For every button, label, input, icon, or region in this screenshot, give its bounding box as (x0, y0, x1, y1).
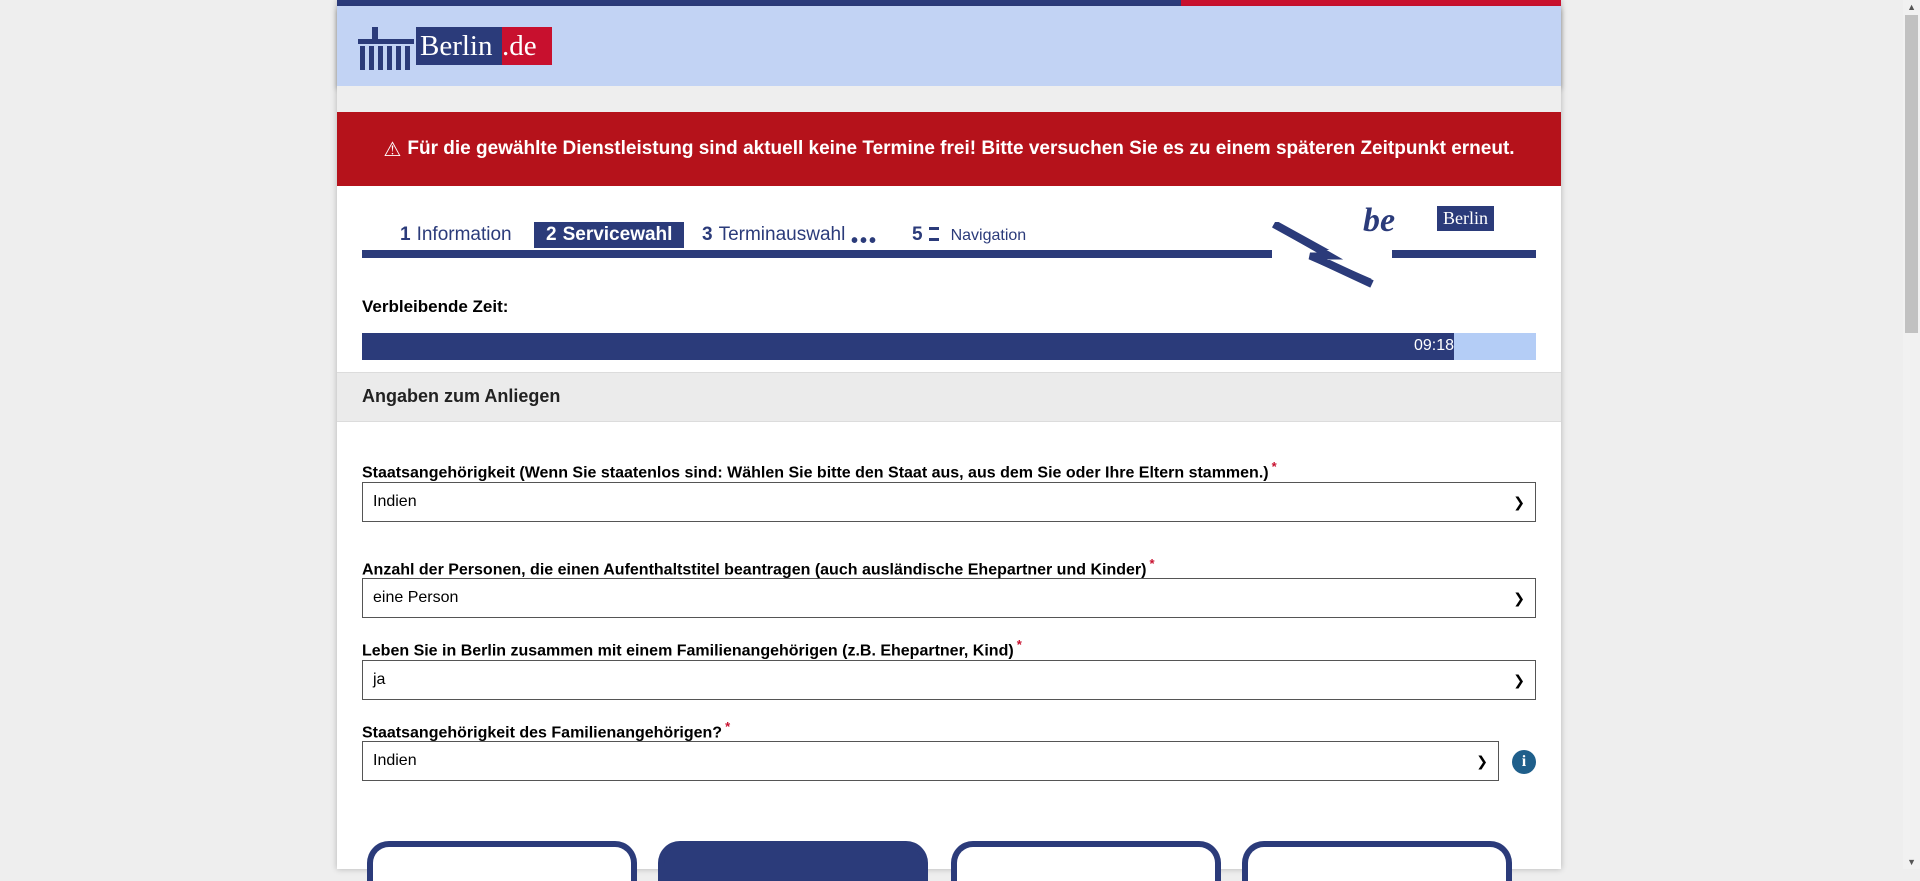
family-member-label: Leben Sie in Berlin zusammen mit einem F… (362, 637, 1022, 660)
time-progress-fill (362, 333, 1454, 360)
info-icon[interactable]: i (1512, 750, 1536, 774)
persons-count-label: Anzahl der Personen, die einen Aufenthal… (362, 556, 1155, 579)
progress-steps: 1 Information 2 Servicewahl 3 Terminauswahl… (362, 202, 1536, 290)
persons-count-select[interactable]: eine Person ❯ (362, 578, 1536, 618)
step-number: 5 (912, 224, 923, 245)
logo-text-berlin: Berlin (416, 27, 506, 65)
be-logo-berlin: Berlin (1437, 206, 1494, 231)
family-member-select[interactable]: ja ❯ (362, 660, 1536, 700)
field-label-text: Staatsangehörigkeit des Familienangehöri… (362, 724, 723, 742)
required-marker: * (1016, 637, 1022, 652)
step-navigation[interactable]: 5 Navigation (912, 224, 1026, 246)
step-label: Servicewahl (562, 224, 673, 245)
step-servicewahl-active[interactable]: 2 Servicewahl (534, 222, 685, 248)
scrollbar-thumb[interactable] (1905, 15, 1918, 333)
nationality-select[interactable]: Indien ❯ (362, 482, 1536, 522)
bottom-tab-3[interactable] (951, 841, 1221, 881)
family-nationality-label: Staatsangehörigkeit des Familienangehöri… (362, 719, 730, 742)
logo-text-de: .de (502, 27, 552, 65)
remaining-time-label: Verbleibende Zeit: (362, 297, 509, 316)
vertical-scrollbar[interactable]: ▲ ▼ (1903, 0, 1920, 869)
chevron-down-icon: ❯ (1513, 494, 1525, 510)
site-header: Berlin .de (337, 6, 1561, 86)
page-container: Berlin .de ⚠ Für die gewählte Dienstleis… (337, 0, 1561, 881)
step-information[interactable]: 1 Information (400, 224, 512, 246)
scroll-up-icon[interactable]: ▲ (1907, 2, 1916, 12)
be-logo-text: be (1363, 202, 1396, 239)
bottom-tab-1[interactable] (367, 841, 637, 881)
no-appointments-alert: ⚠ Für die gewählte Dienstleistung sind a… (337, 112, 1561, 186)
berlin-de-logo[interactable]: Berlin .de (356, 21, 556, 75)
select-value: Indien (373, 752, 417, 769)
select-value: Indien (373, 493, 417, 510)
step-terminauswahl[interactable]: 3 Terminauswahl (702, 224, 845, 246)
alert-text: Für die gewählte Dienstleistung sind akt… (407, 138, 1515, 159)
nationality-label: Staatsangehörigkeit (Wenn Sie staatenlos… (362, 459, 1277, 482)
select-value: ja (373, 671, 386, 688)
step-label: Navigation (950, 227, 1027, 244)
chevron-down-icon: ❯ (1513, 672, 1525, 688)
list-icon (928, 227, 939, 241)
field-label-text: Leben Sie in Berlin zusammen mit einem F… (362, 642, 1014, 660)
required-marker: * (725, 719, 731, 734)
header-gap (337, 86, 1561, 112)
bottom-tab-2[interactable] (658, 841, 928, 881)
bottom-tab-4[interactable] (1242, 841, 1512, 881)
warning-icon: ⚠ (383, 138, 402, 161)
select-value: eine Person (373, 589, 459, 606)
required-marker: * (1271, 459, 1277, 474)
time-progress-bar: 09:18 (362, 333, 1536, 360)
step-number: 2 (546, 224, 557, 245)
chevron-down-icon: ❯ (1513, 590, 1525, 606)
section-header: Angaben zum Anliegen (337, 372, 1561, 422)
time-remaining-value: 09:18 (1413, 337, 1454, 354)
field-label-text: Staatsangehörigkeit (Wenn Sie staatenlos… (362, 464, 1269, 482)
family-nationality-select[interactable]: Indien ❯ (362, 741, 1499, 781)
scroll-down-icon[interactable]: ▼ (1907, 857, 1916, 867)
be-berlin-logo: be Berlin (1363, 202, 1523, 242)
brandenburg-gate-icon (358, 27, 414, 70)
field-label-text: Anzahl der Personen, die einen Aufenthal… (362, 561, 1147, 579)
required-marker: * (1149, 556, 1155, 571)
step-number: 3 (702, 224, 713, 245)
step-label: Information (416, 224, 512, 245)
step-label: Terminauswahl (718, 224, 846, 245)
step-number: 1 (400, 224, 411, 245)
section-title: Angaben zum Anliegen (362, 386, 561, 406)
chevron-down-icon: ❯ (1476, 753, 1488, 769)
